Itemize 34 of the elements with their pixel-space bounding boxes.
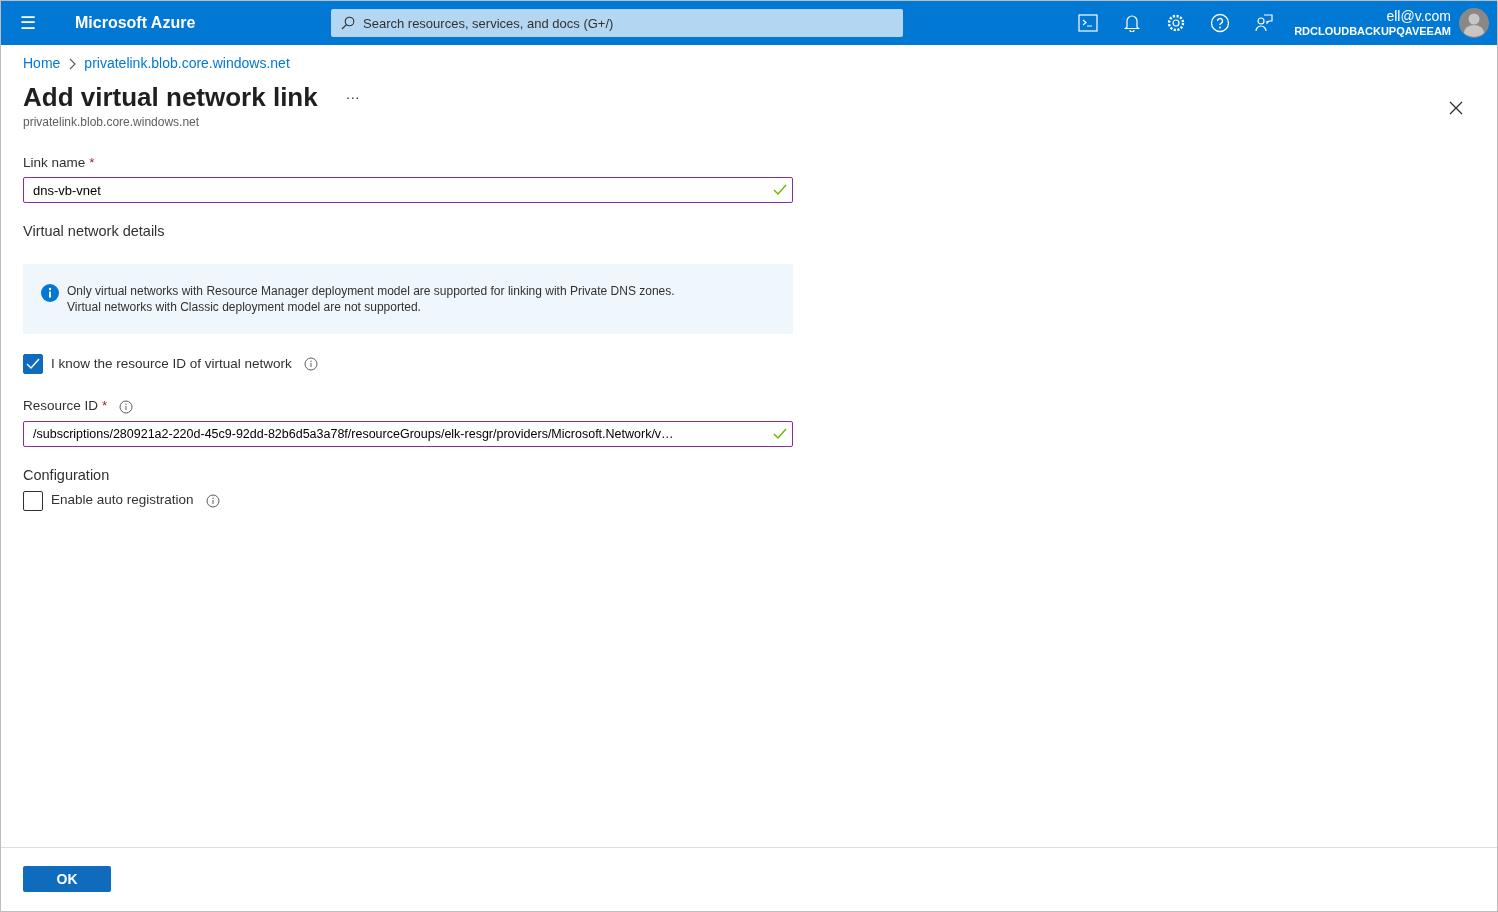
- checkbox-label: I know the resource ID of virtual network: [51, 355, 292, 374]
- search-field[interactable]: Search resources, services, and docs (G+/): [331, 9, 903, 37]
- info-icon[interactable]: [205, 493, 220, 508]
- info-icon[interactable]: [303, 357, 318, 372]
- page-subtitle: privatelink.blob.core.windows.net: [23, 114, 201, 132]
- checkbox[interactable]: [23, 490, 43, 511]
- brand-title: Microsoft Azure: [74, 13, 197, 33]
- checkbox[interactable]: [23, 354, 43, 375]
- account-email: ell@v.com: [1385, 8, 1451, 25]
- checkbox-label: Enable auto registration: [51, 491, 194, 510]
- required-asterisk: *: [89, 154, 95, 173]
- page-title: Add virtual network link: [23, 82, 318, 114]
- menu-button[interactable]: ☰: [1, 9, 55, 37]
- section-heading: Configuration: [23, 465, 111, 485]
- valid-check-icon: [773, 184, 787, 197]
- field-label: Link name: [23, 154, 86, 173]
- info-icon[interactable]: [119, 399, 134, 414]
- valid-check-icon: [773, 427, 787, 440]
- link-name-field[interactable]: dns-vb-vnet: [23, 177, 793, 204]
- resource-id-field[interactable]: /subscriptions/280921a2-220d-45c9-92dd-82b6d5a3a78f/resourceGroups/elk-resgr/providers/Microsoft.Network/v…: [23, 420, 793, 447]
- ok-button[interactable]: OK: [23, 866, 111, 892]
- more-button[interactable]: ···: [339, 86, 366, 110]
- avatar-icon[interactable]: [1459, 8, 1489, 38]
- info-icon: [41, 284, 59, 303]
- field-label: Resource ID: [23, 397, 99, 416]
- info-text: Only virtual networks with Resource Manager deployment model are supported for linking with Private DNS zones.: [67, 283, 675, 300]
- tenant-name: RDCLOUDBACKUPQAVEEAM: [1294, 24, 1451, 38]
- account-info[interactable]: ell@v.com RDCLOUDBACKUPQAVEEAM: [1294, 8, 1451, 38]
- chevron-icon: [68, 57, 77, 70]
- breadcrumb-link[interactable]: privatelink.blob.core.windows.net: [84, 53, 290, 74]
- section-heading: Virtual network details: [23, 222, 166, 242]
- required-asterisk: *: [102, 397, 108, 416]
- info-text: Virtual networks with Classic deployment model are not supported.: [67, 299, 422, 316]
- breadcrumb-link[interactable]: Home: [23, 53, 61, 74]
